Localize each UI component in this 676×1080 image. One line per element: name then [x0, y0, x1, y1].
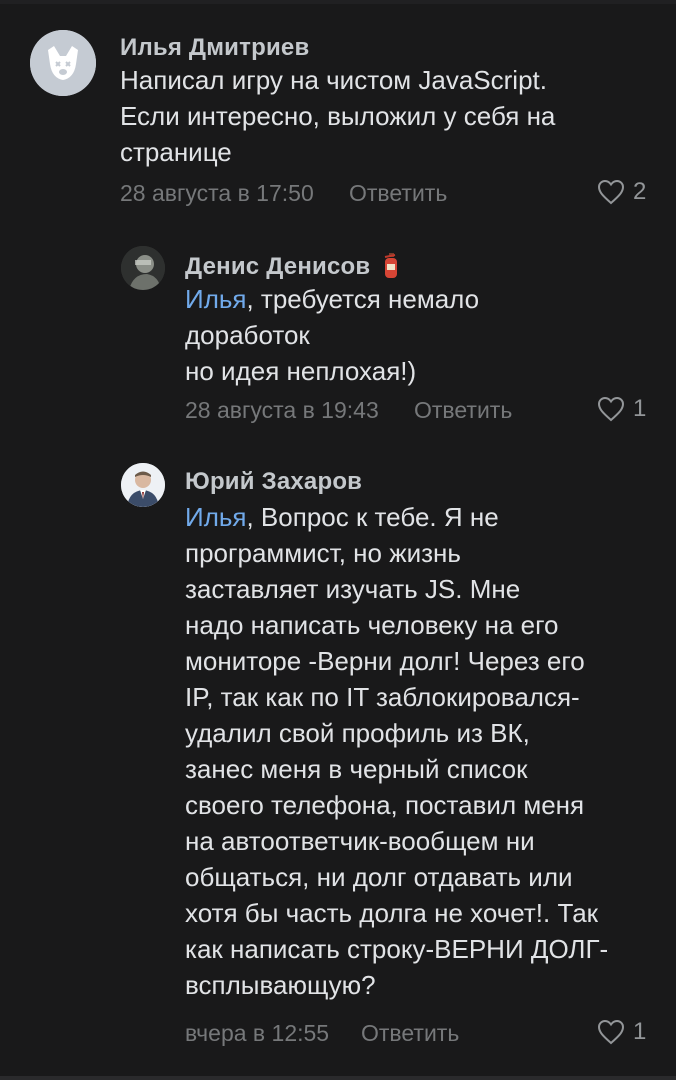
bottom-divider — [0, 1076, 676, 1080]
text-line: доработок — [185, 320, 310, 350]
like-count: 1 — [633, 1018, 647, 1045]
text-line: надо написать человеку на его — [185, 610, 559, 640]
text-line: общаться, ни долг отдавать или — [185, 862, 573, 892]
text-line: Илья, требуется немало — [185, 281, 479, 317]
comment-author[interactable]: Денис Денисов — [185, 251, 401, 281]
text-fragment: , требуется немало — [246, 284, 480, 314]
like-count: 1 — [633, 395, 647, 422]
text-line: занес меня в черный список — [185, 754, 528, 784]
comment-text: Илья, требуется немало доработок но идея… — [185, 281, 479, 389]
text-line: хотя бы часть долга не хочет!. Так — [185, 898, 599, 928]
user-photo-icon — [121, 463, 165, 507]
user-photo-icon — [121, 246, 165, 290]
comment-date[interactable]: вчера в 12:55 — [185, 1020, 329, 1047]
like-button[interactable]: 1 — [597, 1018, 646, 1046]
like-button[interactable]: 1 — [597, 395, 646, 423]
reply-button[interactable]: Ответить — [414, 397, 512, 424]
text-line: на автоответчик-вообщем ни — [185, 826, 535, 856]
dog-placeholder-icon — [30, 30, 96, 96]
text-line: Написал игру на чистом JavaScript. — [120, 65, 547, 95]
reply-button[interactable]: Ответить — [361, 1020, 459, 1047]
mention-link[interactable]: Илья — [185, 284, 246, 314]
text-fragment: , Вопрос к тебе. Я не — [246, 502, 499, 532]
text-line: своего телефона, поставил меня — [185, 790, 585, 820]
reply-button[interactable]: Ответить — [349, 180, 447, 207]
like-button[interactable]: 2 — [597, 178, 646, 206]
heart-icon — [597, 179, 625, 205]
heart-icon — [597, 1019, 625, 1045]
comment-date[interactable]: 28 августа в 19:43 — [185, 397, 379, 424]
text-line: мониторе -Верни долг! Через его — [185, 646, 585, 676]
comment-text: Написал игру на чистом JavaScript. Если … — [120, 62, 555, 170]
text-line: Илья, Вопрос к тебе. Я не — [185, 499, 608, 535]
text-line: странице — [120, 137, 232, 167]
text-line: всплывающую? — [185, 970, 376, 1000]
comment-author[interactable]: Илья Дмитриев — [120, 34, 309, 62]
like-count: 2 — [633, 178, 647, 205]
text-line: как написать строку-ВЕРНИ ДОЛГ- — [185, 934, 609, 964]
text-line: Если интересно, выложил у себя на — [120, 101, 556, 131]
avatar[interactable] — [121, 246, 165, 290]
comment-author[interactable]: Юрий Захаров — [185, 468, 362, 496]
text-line: заставляет изучать JS. Мне — [185, 574, 521, 604]
fire-extinguisher-icon — [385, 253, 398, 278]
mention-link[interactable]: Илья — [185, 502, 246, 532]
text-line: IP, так как по IT заблокировался- — [185, 682, 580, 712]
comment-date[interactable]: 28 августа в 17:50 — [120, 180, 314, 207]
heart-icon — [597, 396, 625, 422]
text-line: удалил свой профиль из ВК, — [185, 718, 530, 748]
comment-text: Илья, Вопрос к тебе. Я не программист, н… — [185, 499, 608, 1003]
avatar[interactable] — [121, 463, 165, 507]
author-name: Денис Денисов — [185, 253, 371, 280]
text-line: программист, но жизнь — [185, 538, 461, 568]
top-divider — [0, 0, 676, 4]
text-line: но идея неплохая!) — [185, 356, 417, 386]
avatar[interactable] — [30, 30, 96, 96]
